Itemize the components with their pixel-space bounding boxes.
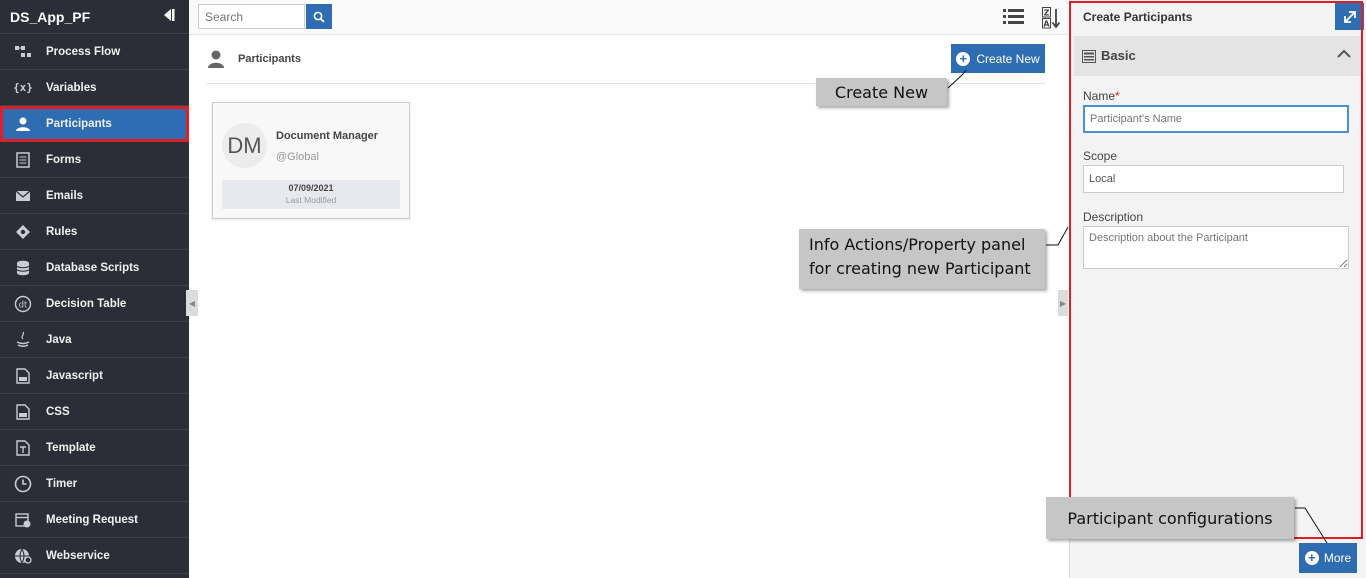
sidebar-item-label: Decision Table: [46, 297, 127, 310]
sidebar-item-label: Forms: [46, 153, 82, 166]
forms-icon: [0, 151, 46, 168]
last-modified-label: Last Modified: [285, 195, 337, 205]
basic-section-header[interactable]: Basic: [1074, 36, 1362, 76]
participant-name-input[interactable]: [1083, 105, 1349, 133]
sidebar-item-label: Java: [46, 333, 72, 346]
sidebar-item-label: Timer: [46, 477, 78, 490]
sidebar: DS_App_PF Process Flow {x} Variables Par…: [0, 0, 189, 578]
sidebar-item-template[interactable]: Template: [0, 430, 189, 466]
sidebar-item-decision-table[interactable]: dt Decision Table: [0, 286, 189, 322]
create-new-label: Create New: [976, 51, 1040, 66]
collapse-sidebar-icon[interactable]: [161, 8, 175, 25]
sidebar-item-variables[interactable]: {x} Variables: [0, 70, 189, 106]
sidebar-item-meeting-request[interactable]: Meeting Request: [0, 502, 189, 538]
sidebar-item-label: Emails: [46, 189, 84, 202]
sidebar-item-database-scripts[interactable]: Database Scripts: [0, 250, 189, 286]
panel-title: Create Participants: [1083, 10, 1193, 24]
scope-label: Scope: [1083, 149, 1118, 163]
sidebar-item-process-flow[interactable]: Process Flow: [0, 34, 189, 70]
collapse-left-handle[interactable]: ◀: [186, 290, 198, 316]
panel-callout: Info Actions/Property panel for creating…: [799, 229, 1045, 289]
webservice-icon: [0, 547, 46, 565]
search-input[interactable]: [198, 4, 305, 29]
participant-icon: [0, 116, 46, 132]
chevron-up-icon[interactable]: [1337, 47, 1351, 64]
sidebar-item-label: Participants: [46, 117, 112, 130]
sidebar-item-timer[interactable]: Timer: [0, 466, 189, 502]
timer-icon: [0, 475, 46, 493]
search-icon: [313, 11, 325, 23]
sidebar-item-webservice[interactable]: Webservice: [0, 538, 189, 574]
section-label: Basic: [1101, 48, 1136, 63]
list-view-icon[interactable]: [1003, 8, 1024, 29]
collapse-right-handle[interactable]: ▶: [1058, 290, 1068, 316]
participant-icon: [207, 49, 225, 72]
description-label: Description: [1083, 210, 1144, 224]
sidebar-item-label: CSS: [46, 405, 70, 418]
panel-callout-line2: for creating new Participant: [809, 259, 1031, 278]
expand-icon: [1343, 10, 1356, 23]
page-title: Participants: [238, 53, 301, 65]
panel-callout-line1: Info Actions/Property panel: [809, 235, 1026, 254]
plus-icon: +: [956, 51, 971, 66]
last-modified-date: 07/09/2021: [288, 183, 334, 193]
create-new-button[interactable]: + Create New: [951, 44, 1045, 73]
variables-icon: {x}: [13, 81, 33, 94]
sidebar-item-participants[interactable]: Participants: [0, 106, 189, 142]
card-footer: 07/09/2021 Last Modified: [222, 180, 400, 209]
process-flow-icon: [0, 45, 46, 59]
config-callout: Participant configurations: [1046, 497, 1294, 539]
sidebar-item-label: Variables: [46, 81, 97, 94]
sort-az-icon[interactable]: ZA: [1042, 7, 1062, 32]
javascript-icon: [0, 367, 46, 384]
rules-icon: [0, 224, 46, 240]
sidebar-item-label: Javascript: [46, 369, 103, 382]
sidebar-item-label: Database Scripts: [46, 261, 140, 274]
more-label: More: [1323, 551, 1352, 565]
plus-icon: +: [1304, 551, 1319, 565]
participant-scope: @Global: [276, 151, 319, 163]
svg-text:A: A: [1043, 20, 1050, 29]
sidebar-item-javascript[interactable]: Javascript: [0, 358, 189, 394]
email-icon: [0, 190, 46, 202]
participant-card[interactable]: DM Document Manager @Global 07/09/2021 L…: [212, 102, 410, 219]
name-label: Name*: [1083, 89, 1120, 103]
section-icon: [1082, 50, 1096, 66]
app-title: DS_App_PF: [10, 8, 91, 25]
template-icon: [0, 439, 46, 456]
required-marker: *: [1115, 89, 1120, 103]
top-toolbar: ZA: [189, 0, 1069, 35]
sidebar-item-css[interactable]: CSS: [0, 394, 189, 430]
sidebar-item-java[interactable]: Java: [0, 322, 189, 358]
description-textarea[interactable]: [1083, 226, 1349, 269]
meeting-request-icon: [0, 512, 46, 528]
sidebar-item-label: Rules: [46, 225, 78, 238]
sidebar-item-rules[interactable]: Rules: [0, 214, 189, 250]
java-icon: [0, 331, 46, 349]
participant-name: Document Manager: [276, 130, 379, 142]
search-button[interactable]: [306, 4, 332, 29]
property-panel: Create Participants Basic Name* Scope De…: [1069, 0, 1366, 578]
database-icon: [0, 260, 46, 276]
svg-text:dt: dt: [19, 300, 28, 310]
expand-button[interactable]: [1335, 3, 1364, 30]
sidebar-item-label: Meeting Request: [46, 513, 139, 526]
sidebar-item-label: Webservice: [46, 549, 110, 562]
sidebar-header: DS_App_PF: [0, 0, 189, 34]
sidebar-item-emails[interactable]: Emails: [0, 178, 189, 214]
sidebar-item-label: Template: [46, 441, 96, 454]
create-new-callout: Create New: [816, 78, 947, 106]
more-button[interactable]: + More: [1299, 543, 1357, 573]
name-label-text: Name: [1083, 89, 1116, 103]
svg-text:Z: Z: [1044, 9, 1050, 18]
sidebar-item-label: Process Flow: [46, 45, 121, 58]
decision-table-icon: dt: [0, 295, 46, 313]
avatar: DM: [222, 123, 267, 168]
css-icon: [0, 403, 46, 420]
scope-input[interactable]: [1083, 165, 1344, 193]
sidebar-item-forms[interactable]: Forms: [0, 142, 189, 178]
